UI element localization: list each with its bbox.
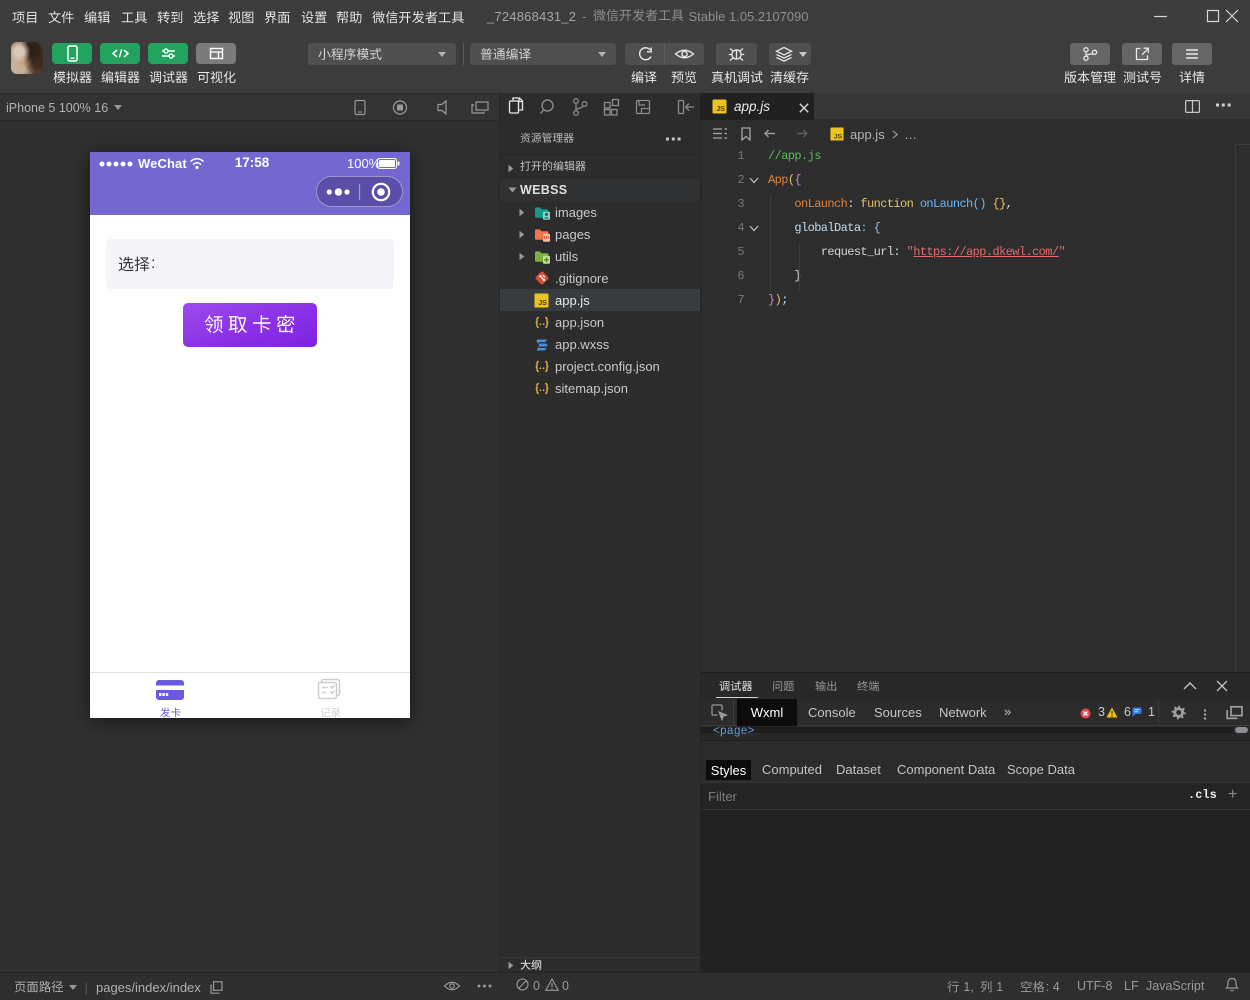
svg-text:JS: JS [716, 104, 725, 113]
svg-text:JS: JS [834, 133, 843, 140]
svg-text:JS: JS [538, 298, 547, 307]
